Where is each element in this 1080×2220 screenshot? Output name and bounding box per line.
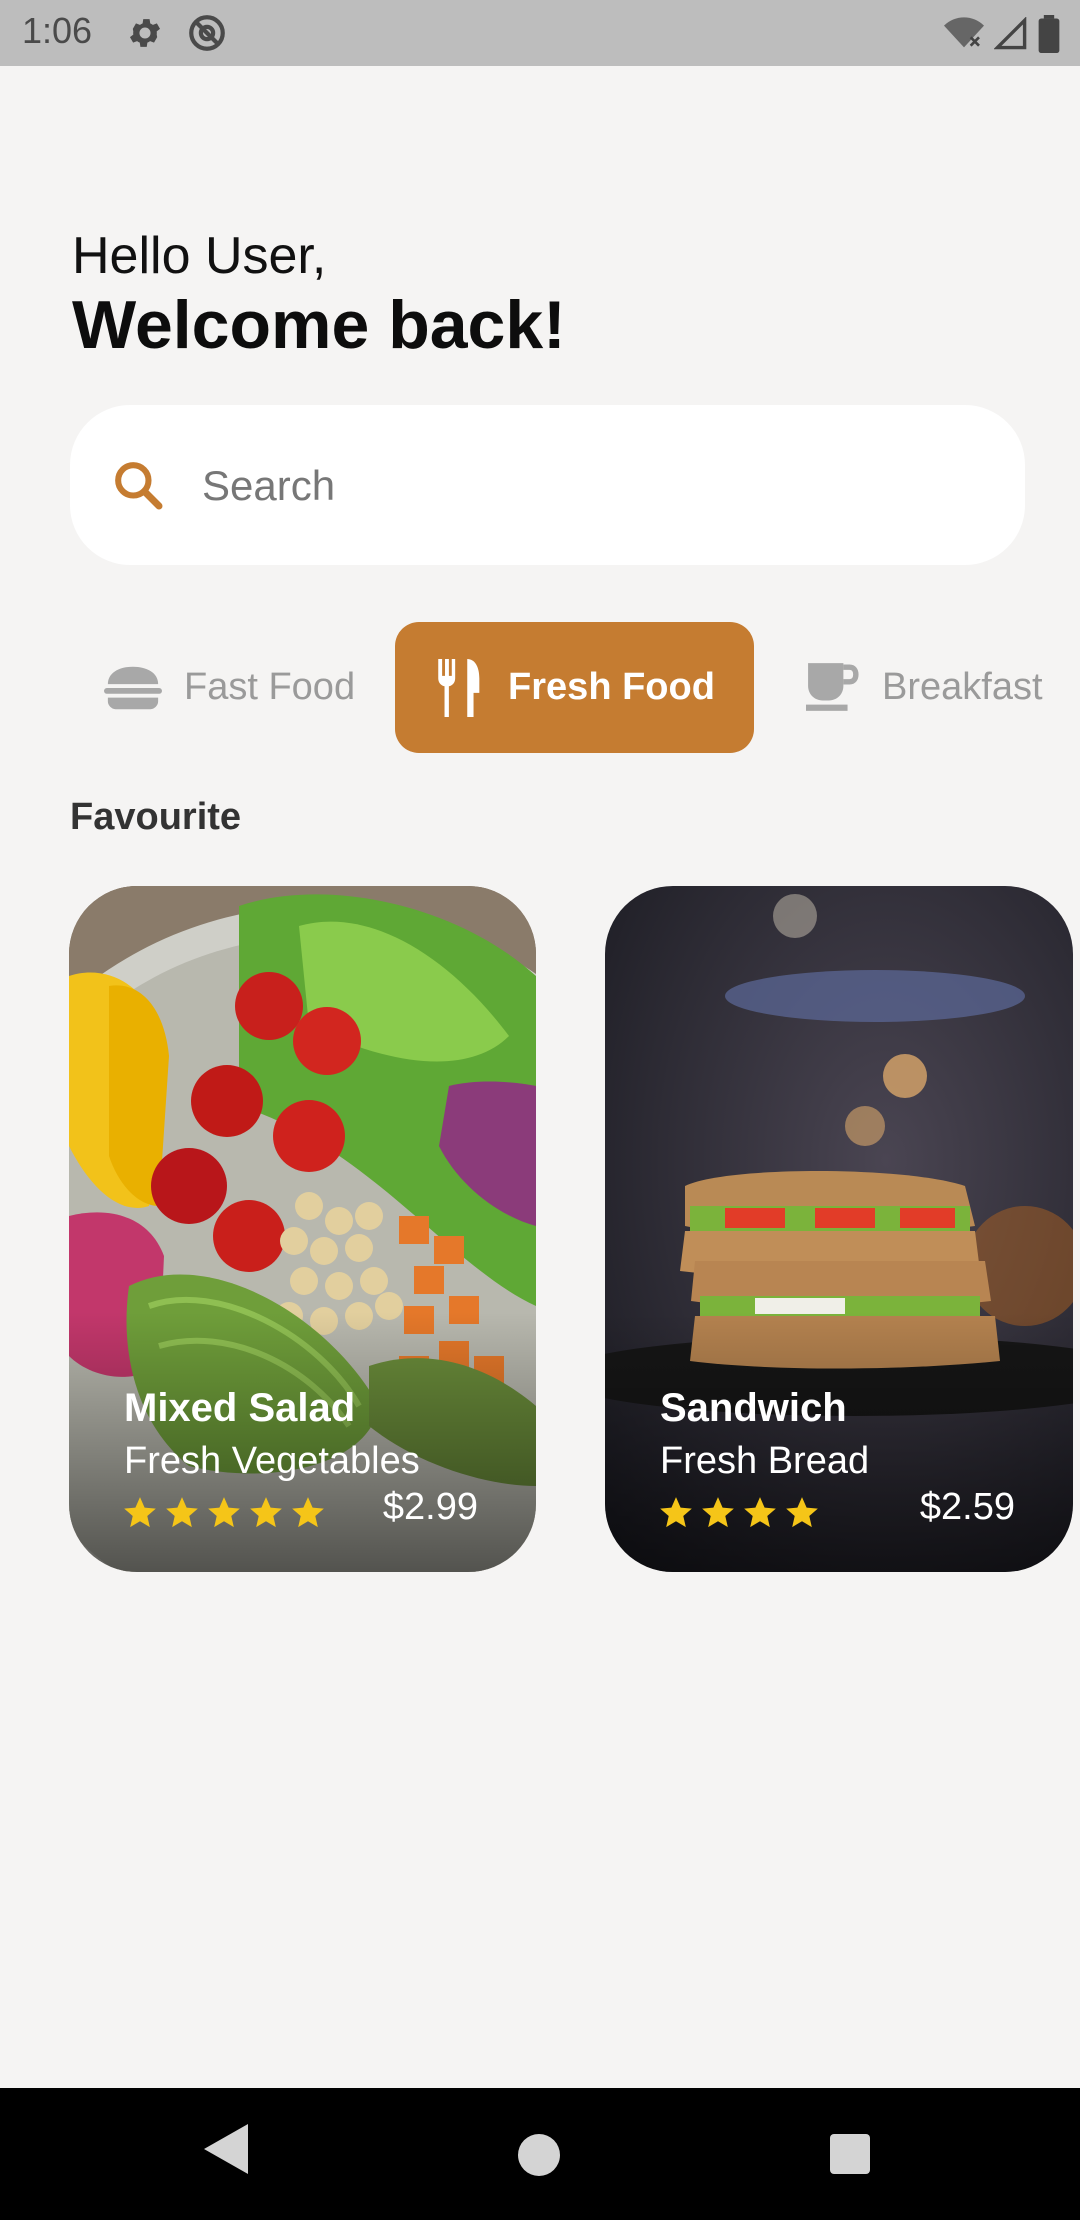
at-sign-icon (189, 15, 225, 51)
rating-stars (657, 1494, 821, 1532)
gear-icon (129, 19, 161, 47)
search-bar[interactable] (70, 405, 1025, 565)
star-icon (786, 1497, 818, 1528)
section-title-favourite: Favourite (70, 796, 242, 838)
card-title: Mixed Salad (124, 1386, 356, 1430)
search-icon (115, 462, 163, 510)
category-label: Fresh Food (508, 666, 715, 708)
navigation-bar (0, 2088, 1080, 2220)
category-fast-food[interactable]: Fast Food (104, 622, 355, 753)
card-price: $2.99 (382, 1486, 478, 1528)
category-label: Breakfast (882, 666, 1043, 708)
star-icon (702, 1497, 734, 1528)
wifi-off-icon (944, 17, 984, 48)
star-icon (166, 1497, 198, 1528)
burger-icon (104, 666, 162, 709)
status-bar: 1:06 (0, 0, 1080, 66)
recents-icon[interactable] (830, 2134, 870, 2174)
fork-knife-icon (438, 658, 480, 717)
star-icon (208, 1497, 240, 1528)
star-icon (660, 1497, 692, 1528)
star-icon (292, 1497, 324, 1528)
home-icon[interactable] (518, 2134, 560, 2176)
status-time: 1:06 (22, 10, 93, 51)
card-subtitle: Fresh Bread (660, 1440, 870, 1482)
card-price: $2.59 (919, 1486, 1015, 1528)
card-title: Sandwich (660, 1386, 847, 1430)
food-card-mixed-salad[interactable]: Mixed Salad Fresh Vegetables $2.99 (69, 886, 536, 1572)
battery-icon (1038, 15, 1060, 53)
search-input[interactable] (200, 445, 984, 527)
rating-stars (121, 1494, 327, 1532)
star-icon (124, 1497, 156, 1528)
category-label: Fast Food (184, 666, 356, 708)
star-icon (744, 1497, 776, 1528)
card-subtitle: Fresh Vegetables (124, 1440, 420, 1482)
coffee-cup-icon (806, 662, 859, 711)
welcome-heading: Welcome back! (72, 287, 566, 363)
star-icon (250, 1497, 282, 1528)
back-icon[interactable] (204, 2124, 248, 2174)
signal-icon (994, 17, 1027, 50)
status-icons (944, 14, 1060, 54)
greeting-text: Hello User, (72, 227, 327, 285)
food-card-sandwich[interactable]: Sandwich Fresh Bread $2.59 (605, 886, 1073, 1572)
category-fresh-food[interactable]: Fresh Food (395, 622, 754, 753)
category-breakfast[interactable]: Breakfast (806, 622, 1043, 753)
